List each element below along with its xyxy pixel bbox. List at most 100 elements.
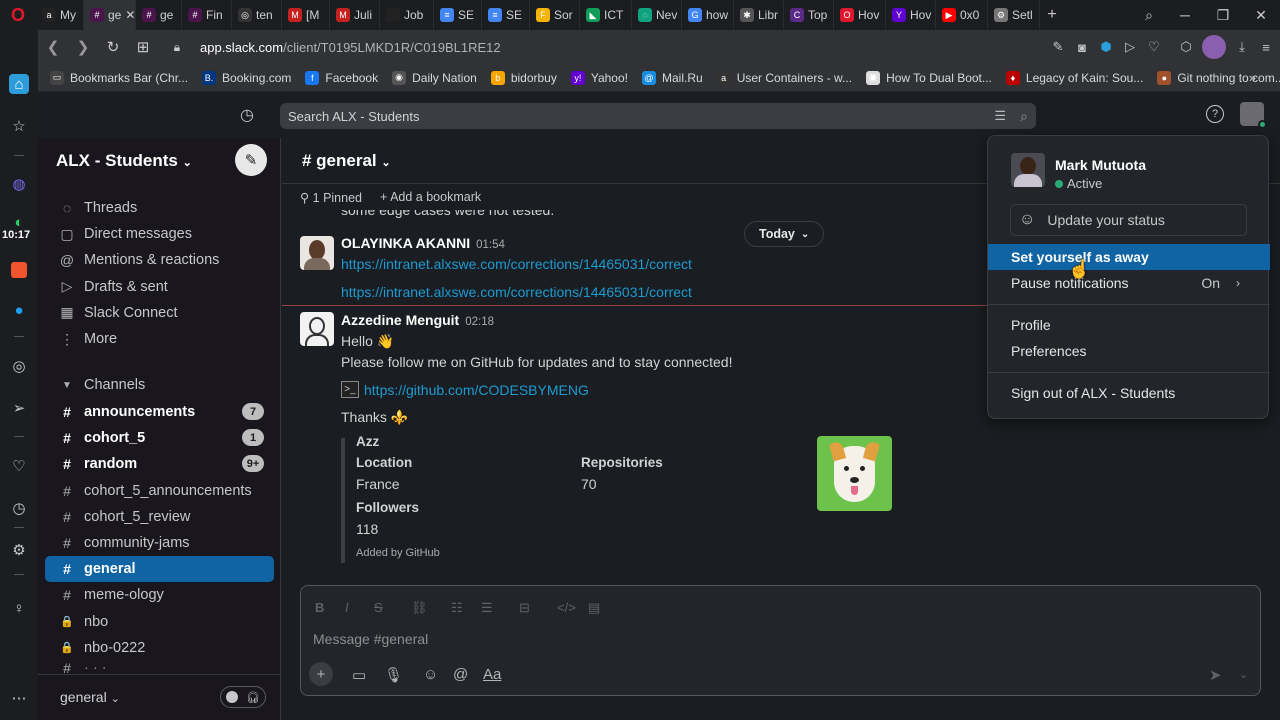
huddle-toggle[interactable]: 🎧︎ xyxy=(220,686,266,708)
bold-icon[interactable]: B xyxy=(315,600,324,615)
new-tab-button[interactable]: + xyxy=(1040,6,1064,24)
sidebar-item-random[interactable]: # random 9+ xyxy=(45,451,274,477)
close-tab-icon[interactable]: ✕ xyxy=(125,8,135,22)
browser-tab[interactable]: ◣ ICT xyxy=(580,0,632,30)
ordered-list-icon[interactable]: ☷ xyxy=(451,600,463,616)
avatar[interactable] xyxy=(300,312,334,346)
avatar[interactable] xyxy=(300,236,334,270)
compose-button[interactable]: ✎ xyxy=(235,144,267,176)
browser-tab[interactable]: M [M xyxy=(282,0,330,30)
browser-tab[interactable]: a My xyxy=(36,0,84,30)
send-icon[interactable]: ➢ xyxy=(9,398,29,418)
sidebar-item-community-jams[interactable]: # community-jams xyxy=(45,530,274,556)
search-tabs-icon[interactable]: ⌕ xyxy=(1130,0,1168,30)
minimize-icon[interactable]: ─ xyxy=(1166,0,1204,30)
date-divider-button[interactable]: Today ⌄ xyxy=(744,221,825,247)
browser-tab[interactable]: F Sor xyxy=(530,0,580,30)
forward-icon[interactable]: ❯ xyxy=(68,32,98,62)
attachment-title[interactable]: Azz xyxy=(356,434,379,449)
update-status-button[interactable]: ☺ Update your status xyxy=(1010,204,1247,236)
help-icon[interactable]: ? xyxy=(1206,105,1224,123)
play-icon[interactable]: ▷ xyxy=(1122,39,1138,55)
emoji-icon[interactable]: ☺ xyxy=(423,666,438,683)
bookmark-item[interactable]: ▭ Bookmarks Bar (Chr... xyxy=(50,70,188,85)
browser-tab[interactable]: ◌ Nev xyxy=(632,0,682,30)
browser-tab[interactable]: ≡ SE xyxy=(434,0,482,30)
browser-tab[interactable]: ≡ SE xyxy=(482,0,530,30)
lightbulb-icon[interactable]: ♀ xyxy=(9,598,29,618)
browser-tab[interactable]: # ge ✕ xyxy=(84,0,136,30)
sidebar-item-announcements[interactable]: # announcements 7 xyxy=(45,399,274,425)
workspace-menu[interactable]: ALX - Students ⌄ xyxy=(56,151,192,171)
video-icon[interactable]: ▭ xyxy=(352,666,366,684)
sidebar-item-cohort_5_review[interactable]: # cohort_5_review xyxy=(45,504,274,530)
sidebar-item-nbo-0222[interactable]: 🔒 nbo-0222 xyxy=(45,635,274,661)
browser-tab[interactable]: M Juli xyxy=(330,0,380,30)
menu-icon[interactable]: ≡ xyxy=(1258,39,1274,55)
history-icon[interactable]: ◷ xyxy=(240,105,254,125)
sign-out-menu-item[interactable]: Sign out of ALX - Students xyxy=(988,380,1270,406)
heart-icon[interactable]: ♡ xyxy=(1146,39,1162,55)
bookmark-item[interactable]: y! Yahoo! xyxy=(570,70,628,85)
huddle-channel-label[interactable]: general ⌄ xyxy=(60,689,120,705)
bookmark-item[interactable]: a User Containers - w... xyxy=(716,70,852,85)
pause-notifications-menu-item[interactable]: Pause notifications On › xyxy=(988,270,1270,296)
camera-icon[interactable]: ◙ xyxy=(1074,39,1090,55)
bookmark-item[interactable]: ◉ Daily Nation xyxy=(392,70,477,85)
bookmark-item[interactable]: b bidorbuy xyxy=(490,70,557,85)
browser-tab[interactable]: Ghow xyxy=(682,0,734,30)
box-icon[interactable]: ⬡ xyxy=(1178,39,1194,55)
microphone-icon[interactable]: 🎙︎ xyxy=(384,666,403,684)
browser-tab[interactable]: O Hov xyxy=(834,0,886,30)
history-icon[interactable]: ◷ xyxy=(9,498,29,518)
browser-tab[interactable]: Job xyxy=(380,0,434,30)
browser-tab[interactable]: ✱ Libr xyxy=(734,0,784,30)
bookmark-item[interactable]: @ Mail.Ru xyxy=(642,70,703,85)
bookmark-item[interactable]: f Facebook xyxy=(305,70,378,85)
message-time[interactable]: 02:18 xyxy=(465,316,494,328)
message-link[interactable]: https://intranet.alxswe.com/corrections/… xyxy=(341,256,692,272)
home-icon[interactable]: ⌂ xyxy=(9,74,29,94)
back-icon[interactable]: ❮ xyxy=(38,32,68,62)
set-away-menu-item[interactable]: Set yourself as away xyxy=(988,244,1270,270)
close-window-icon[interactable]: ✕ xyxy=(1242,0,1280,30)
reload-icon[interactable]: ↻ xyxy=(98,32,128,62)
sidebar-item-threads[interactable]: ◌ Threads xyxy=(45,195,274,221)
github-avatar-image[interactable] xyxy=(817,436,892,511)
send-icon[interactable]: ➤ xyxy=(1209,666,1222,684)
sidebar-item-mentions-reactions[interactable]: @ Mentions & reactions xyxy=(45,247,274,273)
schedule-chevron-icon[interactable]: ⌄ xyxy=(1239,668,1248,681)
shield-icon[interactable]: ⬢ xyxy=(1098,39,1114,55)
strikethrough-icon[interactable]: S xyxy=(374,600,383,615)
browser-tab[interactable]: C Top xyxy=(784,0,834,30)
opera-logo-icon[interactable]: O xyxy=(0,0,36,30)
twitter-icon[interactable]: ● xyxy=(9,300,29,320)
search-input[interactable]: Search ALX - Students ☰ ⌕ xyxy=(280,103,1036,129)
code-block-icon[interactable]: ▤ xyxy=(588,600,600,616)
grid-icon[interactable]: ⊞ xyxy=(128,32,158,62)
sidebar-item-cohort_5[interactable]: # cohort_5 1 xyxy=(45,425,274,451)
star-icon[interactable]: ☆ xyxy=(9,116,29,136)
browser-tab[interactable]: # ge xyxy=(136,0,182,30)
add-bookmark-button[interactable]: + Add a bookmark xyxy=(380,190,481,205)
message-author[interactable]: OLAYINKA AKANNI xyxy=(341,235,470,251)
browser-tab[interactable]: Y Hov xyxy=(886,0,936,30)
sidebar-item-nbo[interactable]: 🔒 nbo xyxy=(45,609,274,635)
sidebar-item-meme-ology[interactable]: # meme-ology xyxy=(45,582,274,608)
formatting-icon[interactable]: Aa xyxy=(483,666,501,683)
browser-tab[interactable]: ⚙ Setl xyxy=(988,0,1040,30)
message-author[interactable]: Azzedine Menguit xyxy=(341,312,459,328)
blockquote-icon[interactable]: ⊟ xyxy=(519,600,530,616)
user-avatar[interactable] xyxy=(1240,102,1267,129)
sidebar-item-cohort_5_announcements[interactable]: # cohort_5_announcements xyxy=(45,478,274,504)
message-time[interactable]: 01:54 xyxy=(476,239,505,251)
bookmark-item[interactable]: ● Git nothing to com... xyxy=(1157,70,1280,85)
message-link[interactable]: https://intranet.alxswe.com/corrections/… xyxy=(341,284,692,300)
download-icon[interactable]: ⤓ xyxy=(1234,39,1250,55)
settings-icon[interactable]: ⚙ xyxy=(9,540,29,560)
channel-title[interactable]: # general ⌄ xyxy=(302,151,391,171)
preferences-menu-item[interactable]: Preferences xyxy=(988,338,1270,364)
sidebar-item-general[interactable]: # general xyxy=(45,556,274,583)
link-icon[interactable]: ⛓ xyxy=(411,600,428,616)
profile-menu-item[interactable]: Profile xyxy=(988,312,1270,338)
